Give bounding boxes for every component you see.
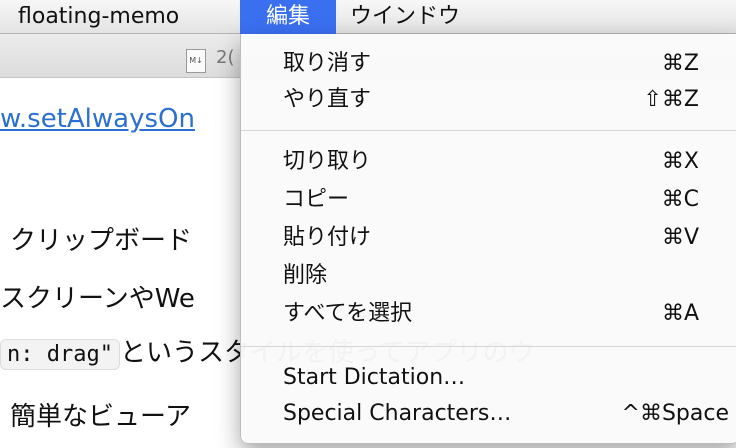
markdown-file-icon: M↓ (186, 49, 206, 73)
menu-item-select-all[interactable]: すべてを選択 ⌘A (241, 296, 736, 332)
menu-item-copy[interactable]: コピー ⌘C (241, 182, 736, 218)
menu-item-label: 削除 (283, 263, 328, 288)
menu-item-label: 貼り付け (283, 225, 372, 250)
doc-line-screen: スクリーンやWe (0, 284, 195, 314)
menu-item-label: 取り消す (283, 51, 372, 76)
menu-item-shortcut: ⌘V (661, 225, 699, 250)
doc-link[interactable]: w.setAlwaysOn (0, 104, 195, 134)
doc-line-viewer: 簡単なビューア (10, 402, 191, 432)
inline-code: n: drag" (0, 339, 120, 370)
menu-app-name[interactable]: floating-memo (6, 0, 191, 34)
menu-item-cut[interactable]: 切り取り ⌘X (241, 144, 736, 180)
menu-item-shortcut: ⌘C (661, 187, 699, 212)
menu-item-shortcut: ^⌘Space (621, 401, 729, 426)
menu-item-paste[interactable]: 貼り付け ⌘V (241, 220, 736, 256)
menu-item-label: Start Dictation… (283, 365, 466, 390)
menu-item-special-characters[interactable]: Special Characters… ^⌘Space (241, 396, 736, 432)
menu-item-label: Special Characters… (283, 401, 512, 426)
menu-item-label: やり直す (283, 87, 372, 112)
menu-item-undo[interactable]: 取り消す ⌘Z (241, 46, 736, 82)
menu-item-shortcut: ⇧⌘Z (643, 87, 699, 112)
menu-edit[interactable]: 編集 (240, 0, 336, 34)
menu-item-shortcut: ⌘X (661, 149, 699, 174)
menu-separator (241, 346, 736, 347)
menu-item-label: コピー (283, 187, 350, 212)
menu-separator (241, 130, 736, 131)
menu-item-shortcut: ⌘A (661, 301, 699, 326)
menu-bar: floating-memo 編集 ウインドウ (0, 0, 736, 34)
menu-window[interactable]: ウインドウ (338, 0, 472, 34)
menu-item-shortcut: ⌘Z (661, 51, 699, 76)
menu-item-delete[interactable]: 削除 (241, 258, 736, 294)
menu-item-label: 切り取り (283, 149, 372, 174)
menu-item-start-dictation[interactable]: Start Dictation… (241, 360, 736, 396)
document-title: 2( (216, 47, 235, 68)
edit-menu-dropdown: 取り消す ⌘Z やり直す ⇧⌘Z 切り取り ⌘X コピー ⌘C 貼り付け ⌘V … (240, 34, 736, 444)
menu-item-redo[interactable]: やり直す ⇧⌘Z (241, 82, 736, 118)
doc-line-clipboard: クリップボード (10, 226, 193, 256)
menu-item-label: すべてを選択 (283, 301, 413, 326)
